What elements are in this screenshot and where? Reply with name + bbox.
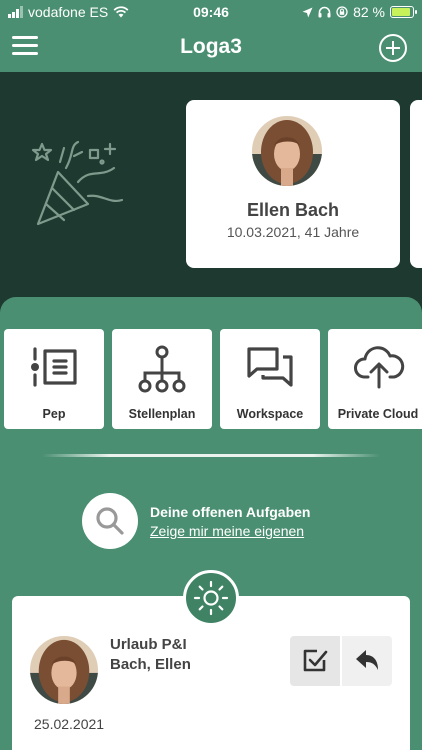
search-icon <box>96 507 124 535</box>
add-button[interactable] <box>379 34 407 62</box>
app-title: Loga3 <box>180 35 242 58</box>
org-chart-icon <box>138 345 186 393</box>
status-right: 82 % <box>302 4 417 20</box>
request-type: Urlaub P&I <box>110 636 187 653</box>
birthday-name: Ellen Bach <box>246 200 340 220</box>
reply-icon <box>356 650 378 670</box>
avatar <box>30 636 98 704</box>
tile-workspace[interactable]: Workspace <box>220 329 320 429</box>
tile-label: Pep <box>42 407 66 421</box>
battery-percent: 82 % <box>353 4 385 20</box>
request-date: 25.02.2021 <box>34 716 105 732</box>
battery-level <box>392 8 411 16</box>
party-popper-icon <box>31 140 124 226</box>
location-icon <box>302 7 313 17</box>
next-birthday-card[interactable] <box>410 100 422 268</box>
checkbox-check-icon <box>303 649 328 672</box>
list-icon <box>31 347 77 387</box>
battery-icon <box>390 6 417 18</box>
birthday-details: 10.03.2021, 41 Jahre <box>226 224 360 240</box>
birthday-band: Ellen Bach 10.03.2021, 41 Jahre <box>0 72 422 312</box>
module-tiles: Pep Stellenplan Workspace Private Cloud <box>4 329 422 429</box>
app-header: Loga3 <box>0 24 422 72</box>
birthday-card[interactable]: Ellen Bach 10.03.2021, 41 Jahre <box>186 100 400 268</box>
status-bar: vodafone ES 09:46 82 % <box>0 0 422 24</box>
tile-label: Workspace <box>236 407 304 421</box>
divider <box>42 454 380 457</box>
reply-button[interactable] <box>342 636 392 686</box>
open-tasks-title: Deine offenen Aufgaben <box>150 504 311 520</box>
tile-stellenplan[interactable]: Stellenplan <box>112 329 212 429</box>
lock-rotation-icon <box>336 6 348 18</box>
sun-icon <box>193 580 229 616</box>
chat-bubbles-icon <box>247 347 293 387</box>
headphones-icon <box>318 6 331 18</box>
tile-pep[interactable]: Pep <box>4 329 104 429</box>
cloud-upload-icon <box>354 346 405 389</box>
request-person: Bach, Ellen <box>110 656 191 673</box>
vacation-type-badge <box>183 570 239 626</box>
tile-label: Private Cloud <box>337 407 419 421</box>
search-button[interactable] <box>82 493 138 549</box>
show-own-tasks-link[interactable]: Zeige mir meine eigenen <box>150 523 304 539</box>
tile-private-cloud[interactable]: Private Cloud <box>328 329 422 429</box>
approve-button[interactable] <box>290 636 340 686</box>
main-panel: Pep Stellenplan Workspace Private Cloud … <box>0 297 422 750</box>
tile-label: Stellenplan <box>128 407 196 421</box>
avatar <box>252 116 322 186</box>
